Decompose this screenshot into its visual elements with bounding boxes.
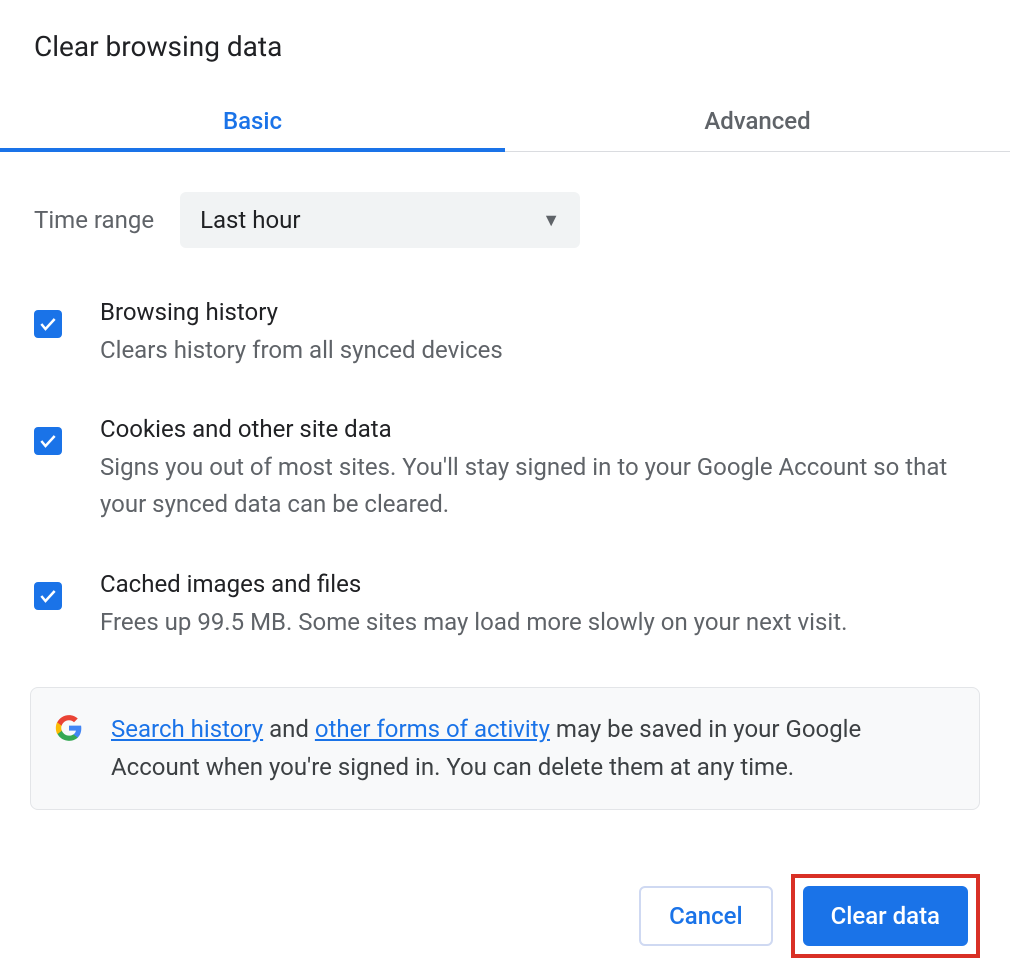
time-range-value: Last hour — [200, 206, 300, 234]
check-icon — [38, 314, 58, 334]
info-text-middle: and — [263, 715, 315, 743]
option-desc: Signs you out of most sites. You'll stay… — [100, 449, 980, 523]
clear-data-highlight: Clear data — [791, 874, 980, 958]
time-range-select[interactable]: Last hour ▼ — [180, 192, 580, 248]
option-cookies: Cookies and other site data Signs you ou… — [34, 415, 980, 523]
option-title: Cookies and other site data — [100, 415, 980, 443]
checkbox-cache[interactable] — [34, 582, 62, 610]
option-desc: Frees up 99.5 MB. Some sites may load mo… — [100, 604, 980, 641]
time-range-row: Time range Last hour ▼ — [30, 192, 980, 248]
google-logo-icon — [55, 714, 83, 742]
checkbox-cookies[interactable] — [34, 427, 62, 455]
chevron-down-icon: ▼ — [542, 210, 560, 231]
check-icon — [38, 586, 58, 606]
dialog-title: Clear browsing data — [30, 30, 980, 63]
tab-basic[interactable]: Basic — [0, 93, 505, 151]
cancel-button[interactable]: Cancel — [639, 886, 772, 946]
dialog-footer: Cancel Clear data — [30, 874, 980, 958]
other-activity-link[interactable]: other forms of activity — [315, 715, 550, 743]
option-cache: Cached images and files Frees up 99.5 MB… — [34, 570, 980, 641]
info-text: Search history and other forms of activi… — [111, 710, 955, 787]
check-icon — [38, 431, 58, 451]
search-history-link[interactable]: Search history — [111, 715, 263, 743]
tabs-bar: Basic Advanced — [0, 93, 1010, 152]
google-account-info: Search history and other forms of activi… — [30, 687, 980, 810]
option-desc: Clears history from all synced devices — [100, 332, 980, 369]
option-title: Browsing history — [100, 298, 980, 326]
option-browsing-history: Browsing history Clears history from all… — [34, 298, 980, 369]
option-title: Cached images and files — [100, 570, 980, 598]
checkbox-browsing-history[interactable] — [34, 310, 62, 338]
tab-advanced[interactable]: Advanced — [505, 93, 1010, 151]
clear-data-button[interactable]: Clear data — [803, 886, 968, 946]
time-range-label: Time range — [34, 206, 154, 234]
